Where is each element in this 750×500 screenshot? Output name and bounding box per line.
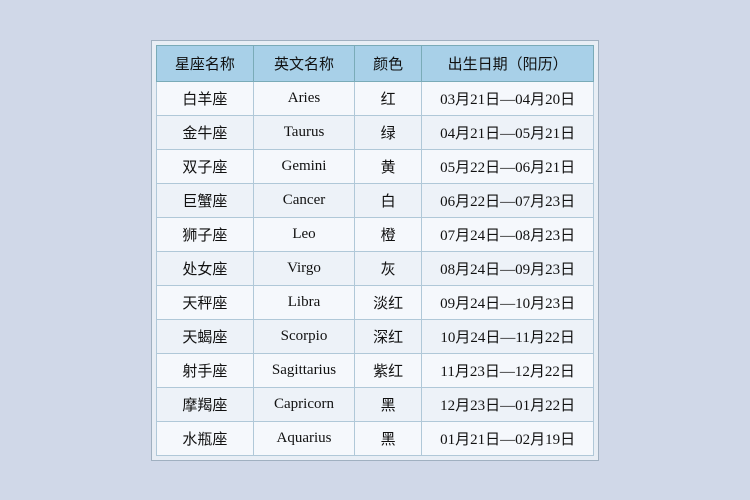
- cell-english: Leo: [253, 217, 354, 251]
- zodiac-table-container: 星座名称 英文名称 颜色 出生日期（阳历） 白羊座Aries红03月21日—04…: [151, 40, 599, 461]
- cell-english: Cancer: [253, 183, 354, 217]
- table-row: 金牛座Taurus绿04月21日—05月21日: [156, 115, 593, 149]
- table-row: 摩羯座Capricorn黑12月23日—01月22日: [156, 387, 593, 421]
- table-row: 天蝎座Scorpio深红10月24日—11月22日: [156, 319, 593, 353]
- cell-dates: 11月23日—12月22日: [422, 353, 594, 387]
- cell-english: Taurus: [253, 115, 354, 149]
- zodiac-table: 星座名称 英文名称 颜色 出生日期（阳历） 白羊座Aries红03月21日—04…: [156, 45, 594, 456]
- cell-color: 黑: [355, 387, 422, 421]
- cell-dates: 04月21日—05月21日: [422, 115, 594, 149]
- cell-dates: 01月21日—02月19日: [422, 421, 594, 455]
- table-row: 射手座Sagittarius紫红11月23日—12月22日: [156, 353, 593, 387]
- cell-english: Gemini: [253, 149, 354, 183]
- cell-english: Capricorn: [253, 387, 354, 421]
- cell-english: Libra: [253, 285, 354, 319]
- cell-color: 黄: [355, 149, 422, 183]
- cell-color: 紫红: [355, 353, 422, 387]
- cell-chinese: 狮子座: [156, 217, 253, 251]
- table-header-row: 星座名称 英文名称 颜色 出生日期（阳历）: [156, 45, 593, 81]
- cell-english: Virgo: [253, 251, 354, 285]
- cell-english: Aries: [253, 81, 354, 115]
- header-chinese-name: 星座名称: [156, 45, 253, 81]
- header-dates: 出生日期（阳历）: [422, 45, 594, 81]
- cell-chinese: 处女座: [156, 251, 253, 285]
- cell-chinese: 白羊座: [156, 81, 253, 115]
- cell-color: 白: [355, 183, 422, 217]
- table-body: 白羊座Aries红03月21日—04月20日金牛座Taurus绿04月21日—0…: [156, 81, 593, 455]
- cell-dates: 12月23日—01月22日: [422, 387, 594, 421]
- cell-chinese: 摩羯座: [156, 387, 253, 421]
- cell-color: 橙: [355, 217, 422, 251]
- table-row: 水瓶座Aquarius黑01月21日—02月19日: [156, 421, 593, 455]
- table-row: 狮子座Leo橙07月24日—08月23日: [156, 217, 593, 251]
- cell-color: 黑: [355, 421, 422, 455]
- cell-english: Scorpio: [253, 319, 354, 353]
- table-row: 巨蟹座Cancer白06月22日—07月23日: [156, 183, 593, 217]
- cell-chinese: 巨蟹座: [156, 183, 253, 217]
- header-english-name: 英文名称: [253, 45, 354, 81]
- cell-chinese: 金牛座: [156, 115, 253, 149]
- table-row: 处女座Virgo灰08月24日—09月23日: [156, 251, 593, 285]
- cell-color: 红: [355, 81, 422, 115]
- cell-color: 绿: [355, 115, 422, 149]
- cell-color: 淡红: [355, 285, 422, 319]
- cell-dates: 05月22日—06月21日: [422, 149, 594, 183]
- cell-chinese: 天秤座: [156, 285, 253, 319]
- cell-english: Sagittarius: [253, 353, 354, 387]
- table-row: 天秤座Libra淡红09月24日—10月23日: [156, 285, 593, 319]
- cell-dates: 10月24日—11月22日: [422, 319, 594, 353]
- cell-dates: 08月24日—09月23日: [422, 251, 594, 285]
- cell-chinese: 水瓶座: [156, 421, 253, 455]
- cell-dates: 09月24日—10月23日: [422, 285, 594, 319]
- cell-dates: 03月21日—04月20日: [422, 81, 594, 115]
- cell-english: Aquarius: [253, 421, 354, 455]
- cell-dates: 07月24日—08月23日: [422, 217, 594, 251]
- cell-chinese: 射手座: [156, 353, 253, 387]
- cell-color: 灰: [355, 251, 422, 285]
- cell-color: 深红: [355, 319, 422, 353]
- table-row: 白羊座Aries红03月21日—04月20日: [156, 81, 593, 115]
- header-color: 颜色: [355, 45, 422, 81]
- cell-dates: 06月22日—07月23日: [422, 183, 594, 217]
- cell-chinese: 天蝎座: [156, 319, 253, 353]
- cell-chinese: 双子座: [156, 149, 253, 183]
- table-row: 双子座Gemini黄05月22日—06月21日: [156, 149, 593, 183]
